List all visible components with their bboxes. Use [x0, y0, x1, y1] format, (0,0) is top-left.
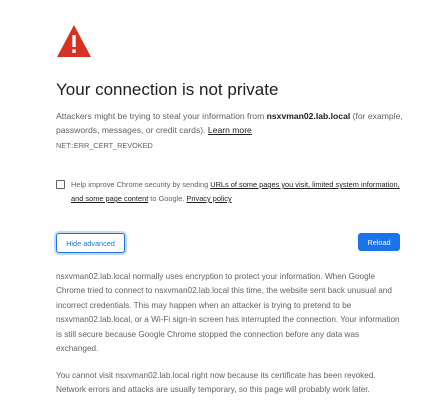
- details-paragraph-1: nsxvman02.lab.local normally uses encryp…: [56, 272, 400, 354]
- host-name: nsxvman02.lab.local: [266, 111, 351, 121]
- reload-button[interactable]: Reload: [358, 233, 400, 251]
- page-title: Your connection is not private: [56, 80, 279, 99]
- learn-more-link[interactable]: Learn more: [208, 125, 252, 135]
- optin-text: Help improve Chrome security by sending: [71, 180, 211, 189]
- warning-triangle-icon: [57, 25, 91, 57]
- hide-advanced-button[interactable]: Hide advanced: [56, 233, 125, 253]
- privacy-policy-link[interactable]: Privacy policy: [186, 194, 231, 203]
- optin-text-end: to Google.: [148, 194, 187, 203]
- error-code: NET::ERR_CERT_REVOKED: [56, 141, 153, 150]
- details-paragraph-2: You cannot visit nsxvman02.lab.local rig…: [56, 371, 376, 395]
- optin-label: Help improve Chrome security by sending …: [71, 178, 402, 206]
- page-description: Attackers might be trying to steal your …: [56, 109, 406, 137]
- description-text: Attackers might be trying to steal your …: [56, 111, 267, 121]
- optin-checkbox[interactable]: [56, 180, 65, 189]
- security-optin: Help improve Chrome security by sending …: [56, 178, 402, 206]
